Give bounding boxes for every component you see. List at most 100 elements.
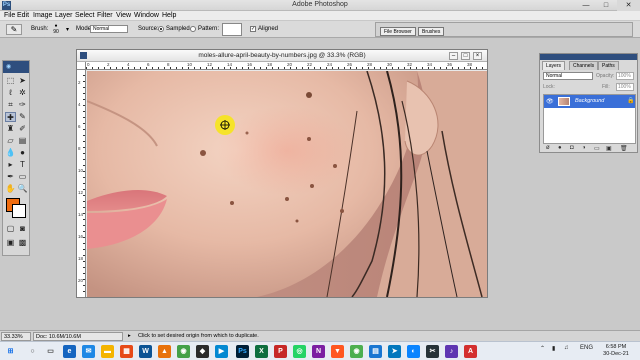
app-icon[interactable]: ◆ — [196, 345, 209, 358]
layers-panel-header[interactable] — [540, 54, 637, 60]
standard-mode-icon[interactable]: ▢ — [5, 224, 16, 234]
onenote-icon[interactable]: N — [312, 345, 325, 358]
zoom-app-icon[interactable]: ▶ — [215, 345, 228, 358]
menu-select[interactable]: Select — [75, 12, 94, 19]
sampled-radio[interactable] — [158, 26, 164, 32]
layer-style-icon[interactable]: ● — [558, 145, 562, 151]
recorder-icon[interactable]: ▼ — [331, 345, 344, 358]
whatsapp-icon[interactable]: ◎ — [293, 345, 306, 358]
tab-layers[interactable]: Layers — [542, 61, 566, 70]
windows-start-icon[interactable]: ⊞ — [4, 345, 17, 358]
horizontal-ruler[interactable]: 0 2 4 6 8 10 12 14 16 18 20 22 24 26 28 … — [86, 62, 487, 70]
marquee-icon[interactable]: ⬚ — [5, 76, 16, 86]
new-layer-icon[interactable]: ▣ — [606, 145, 612, 152]
file-browser-tab[interactable]: File Browser — [380, 27, 416, 36]
opacity-input[interactable]: 100% — [616, 72, 634, 80]
menu-layer[interactable]: Layer — [55, 12, 73, 19]
quick-mask-icon[interactable]: ◙ — [17, 224, 28, 234]
volume-icon[interactable]: ♫ — [564, 345, 569, 351]
pen-icon[interactable]: ✒ — [5, 172, 16, 182]
mask-icon[interactable]: ◘ — [570, 145, 574, 151]
maximize-button[interactable]: □ — [597, 0, 615, 11]
chrome-icon[interactable]: ◉ — [177, 345, 190, 358]
store-icon[interactable]: ▦ — [120, 345, 133, 358]
tab-paths[interactable]: Paths — [598, 61, 619, 70]
pdf-icon[interactable]: A — [464, 345, 477, 358]
vlc-icon[interactable]: ▲ — [158, 345, 171, 358]
blur-icon[interactable]: 💧 — [5, 148, 16, 158]
browser-icon[interactable]: ◉ — [350, 345, 363, 358]
brush-icon[interactable]: ✎ — [17, 112, 28, 122]
eraser-icon[interactable]: ▱ — [5, 136, 16, 146]
pattern-picker[interactable] — [222, 23, 242, 36]
vertical-ruler[interactable]: 2 4 6 8 10 12 14 16 18 20 — [77, 70, 86, 297]
language-indicator[interactable]: ENG — [580, 345, 593, 351]
menu-window[interactable]: Window — [134, 12, 159, 19]
menu-edit[interactable]: Edit — [17, 12, 29, 19]
history-brush-icon[interactable]: ✐ — [17, 124, 28, 134]
clock[interactable]: 6:58 PM 30-Dec-21 — [600, 344, 632, 358]
trash-icon[interactable]: 🗑 — [620, 145, 628, 152]
minimize-button[interactable]: — — [577, 0, 595, 11]
aligned-checkbox[interactable]: ✓ — [250, 26, 256, 32]
search-icon[interactable]: ○ — [26, 345, 39, 358]
path-selection-icon[interactable]: ▸ — [5, 160, 16, 170]
background-color-swatch[interactable] — [12, 204, 26, 218]
folder-icon[interactable]: ▭ — [594, 145, 600, 152]
full-screen-icon[interactable]: ▩ — [17, 238, 28, 248]
pattern-radio[interactable] — [190, 26, 196, 32]
brush-dropdown-icon[interactable]: ▾ — [66, 26, 69, 33]
doc-minimize-button[interactable]: – — [449, 52, 458, 60]
blend-mode-select[interactable]: Normal — [543, 72, 593, 80]
gradient-icon[interactable]: ▤ — [17, 136, 28, 146]
menu-file[interactable]: File — [4, 12, 15, 19]
clone-stamp-tool-icon[interactable]: ♜ — [5, 124, 16, 134]
visibility-eye-icon[interactable]: 👁 — [546, 98, 554, 105]
menu-filter[interactable]: Filter — [97, 12, 113, 19]
fill-input[interactable]: 100% — [616, 83, 634, 91]
edge-icon[interactable]: e — [63, 345, 76, 358]
document-title-bar[interactable]: moles-allure-april-beauty-by-numbers.jpg… — [77, 50, 487, 62]
network-icon[interactable]: ▮ — [552, 345, 555, 352]
move-icon[interactable]: ➤ — [17, 76, 28, 86]
mail-icon[interactable]: ✉ — [82, 345, 95, 358]
task-view-icon[interactable]: ▭ — [44, 345, 57, 358]
image-canvas[interactable] — [87, 71, 487, 297]
adjustment-icon[interactable]: ◑ — [582, 145, 586, 151]
type-icon[interactable]: T — [17, 160, 28, 170]
healing-brush-icon[interactable]: ✚ — [5, 112, 16, 122]
word-icon[interactable]: W — [139, 345, 152, 358]
doc-maximize-button[interactable]: □ — [461, 52, 470, 60]
magic-wand-icon[interactable]: ✲ — [17, 88, 28, 98]
excel-icon[interactable]: X — [255, 345, 268, 358]
close-button[interactable]: ✕ — [617, 0, 640, 11]
shape-icon[interactable]: ▭ — [17, 172, 28, 182]
slice-icon[interactable]: ✑ — [17, 100, 28, 110]
menu-image[interactable]: Image — [33, 12, 52, 19]
ruler-origin[interactable] — [77, 62, 86, 70]
zoom-field[interactable]: 33.33% — [1, 332, 31, 341]
hand-icon[interactable]: ✋ — [5, 184, 16, 194]
dodge-icon[interactable]: ● — [17, 148, 28, 158]
media-icon[interactable]: ♪ — [445, 345, 458, 358]
brush-picker[interactable]: ● 90 — [50, 23, 62, 36]
maps-icon[interactable]: ◐ — [407, 345, 420, 358]
link-icon[interactable]: ø — [546, 145, 550, 151]
powerpoint-icon[interactable]: P — [274, 345, 287, 358]
explorer-icon[interactable]: ▬ — [101, 345, 114, 358]
doc-close-button[interactable]: × — [473, 52, 482, 60]
snip-icon[interactable]: ✂ — [426, 345, 439, 358]
layer-row-background[interactable]: 👁 Background 🔒 — [544, 95, 635, 108]
menu-help[interactable]: Help — [162, 12, 176, 19]
screen-mode-icon[interactable]: ▣ — [5, 238, 16, 248]
brushes-tab[interactable]: Brushes — [418, 27, 445, 36]
notes-icon[interactable]: ▤ — [369, 345, 382, 358]
menu-view[interactable]: View — [116, 12, 131, 19]
photoshop-taskbar-icon[interactable]: Ps — [236, 345, 249, 358]
mode-select[interactable]: Normal — [90, 25, 128, 33]
zoom-icon[interactable]: 🔍 — [17, 184, 28, 194]
tray-chevron-icon[interactable]: ⌃ — [540, 345, 545, 352]
doc-info-field[interactable]: Doc: 10.6M/10.6M — [33, 332, 123, 341]
telegram-icon[interactable]: ➤ — [388, 345, 401, 358]
lasso-icon[interactable]: ℓ — [5, 88, 16, 98]
